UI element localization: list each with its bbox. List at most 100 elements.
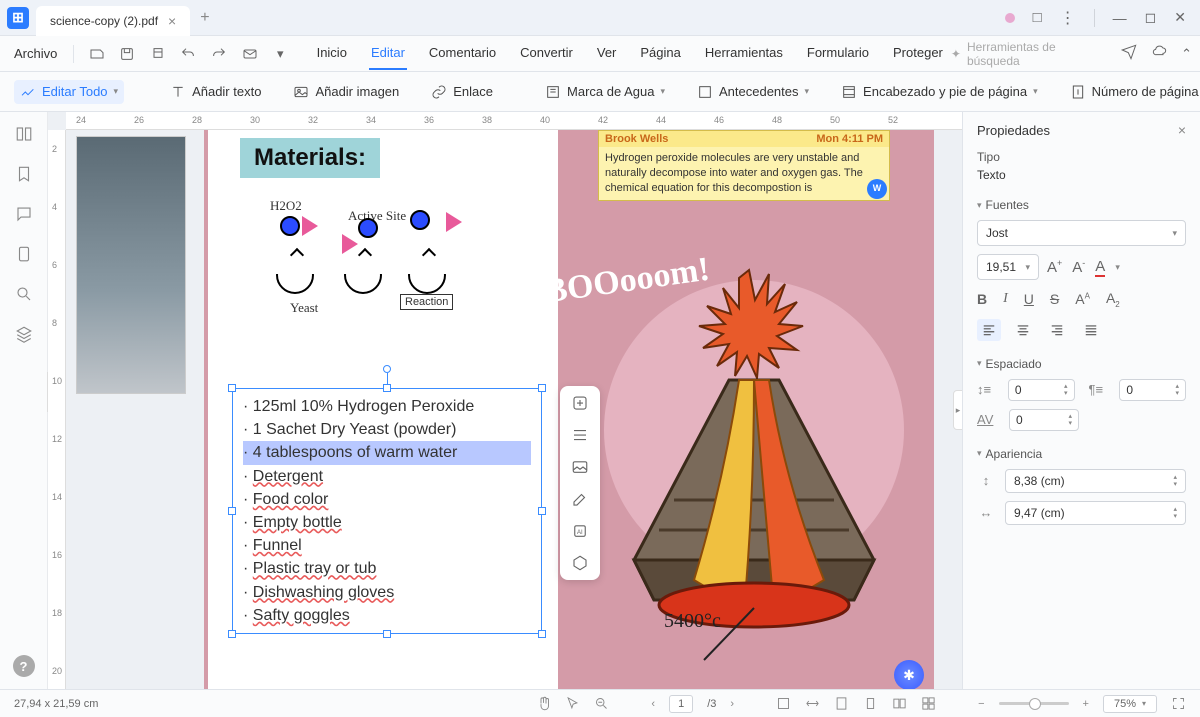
- zoom-tool-icon[interactable]: [594, 696, 609, 711]
- list-item[interactable]: · Funnel: [243, 534, 531, 557]
- superscript-button[interactable]: AA: [1075, 291, 1090, 307]
- collapse-ribbon-icon[interactable]: ⌃: [1181, 46, 1192, 62]
- thumbnail-icon[interactable]: [14, 124, 34, 144]
- watermark-button[interactable]: Marca de Agua▾: [539, 80, 671, 104]
- document-tab[interactable]: science-copy (2).pdf ×: [36, 6, 190, 36]
- tab-protect[interactable]: Proteger: [891, 37, 945, 70]
- tab-edit[interactable]: Editar: [369, 37, 407, 70]
- close-window-icon[interactable]: ✕: [1174, 9, 1186, 26]
- list-item[interactable]: · 1 Sachet Dry Yeast (powder): [243, 418, 531, 441]
- appearance-section-header[interactable]: Apariencia: [977, 447, 1186, 461]
- single-page-icon[interactable]: [863, 696, 878, 711]
- zoom-select[interactable]: 75%▾: [1103, 695, 1157, 713]
- redo-icon[interactable]: [207, 41, 232, 67]
- continuous-icon[interactable]: [921, 696, 936, 711]
- undo-icon[interactable]: [176, 41, 201, 67]
- char-spacing-input[interactable]: 0▴▾: [1009, 409, 1079, 431]
- user-avatar-icon[interactable]: [1005, 13, 1015, 23]
- layers-icon[interactable]: [14, 324, 34, 344]
- notification-icon[interactable]: □: [1033, 9, 1042, 26]
- tab-convert[interactable]: Convertir: [518, 37, 575, 70]
- spacing-after-input[interactable]: 0▴▾: [1119, 379, 1186, 401]
- resize-handle[interactable]: [228, 384, 236, 392]
- dropdown-icon[interactable]: ▾: [268, 41, 293, 67]
- minimize-icon[interactable]: —: [1113, 10, 1127, 26]
- fullscreen-icon[interactable]: [1171, 696, 1186, 711]
- list-item[interactable]: · Detergent: [243, 465, 531, 488]
- spacing-section-header[interactable]: Espaciado: [977, 357, 1186, 371]
- prev-page-icon[interactable]: ‹: [651, 698, 655, 710]
- fit-width-icon[interactable]: [805, 696, 820, 711]
- align-right-button[interactable]: [1045, 319, 1069, 341]
- width-input[interactable]: 8,38 (cm)▴▾: [1005, 469, 1186, 493]
- resize-handle[interactable]: [538, 507, 546, 515]
- select-tool-icon[interactable]: [565, 696, 580, 711]
- close-panel-icon[interactable]: ×: [1178, 122, 1186, 138]
- attachment-icon[interactable]: [14, 244, 34, 264]
- background-button[interactable]: Antecedentes▾: [691, 80, 815, 104]
- underline-button[interactable]: U: [1024, 291, 1034, 307]
- page-number-button[interactable]: Número de página›: [1064, 80, 1200, 104]
- tab-page[interactable]: Página: [638, 37, 682, 70]
- fonts-section-header[interactable]: Fuentes: [977, 198, 1186, 212]
- align-justify-button[interactable]: [1079, 319, 1103, 341]
- hand-tool-icon[interactable]: [536, 696, 551, 711]
- font-family-select[interactable]: Jost▾: [977, 220, 1186, 246]
- list-item[interactable]: · Food color: [243, 488, 531, 511]
- resize-handle[interactable]: [228, 507, 236, 515]
- open-icon[interactable]: [84, 41, 109, 67]
- increase-font-icon[interactable]: A+: [1047, 258, 1062, 276]
- next-page-icon[interactable]: ›: [730, 698, 734, 710]
- resize-handle[interactable]: [383, 630, 391, 638]
- list-item[interactable]: · Dishwashing gloves: [243, 581, 531, 604]
- tab-tools[interactable]: Herramientas: [703, 37, 785, 70]
- mail-icon[interactable]: [237, 41, 262, 67]
- zoom-slider[interactable]: [999, 702, 1069, 705]
- italic-button[interactable]: I: [1003, 291, 1008, 307]
- header-footer-button[interactable]: Encabezado y pie de página▾: [835, 80, 1044, 104]
- print-icon[interactable]: [146, 41, 171, 67]
- resize-handle[interactable]: [383, 384, 391, 392]
- read-mode-icon[interactable]: [776, 696, 791, 711]
- menu-more-icon[interactable]: ⋮: [1060, 8, 1076, 28]
- add-text-button[interactable]: Añadir texto: [164, 80, 267, 104]
- bookmark-icon[interactable]: [14, 164, 34, 184]
- close-tab-icon[interactable]: ×: [168, 13, 176, 29]
- height-input[interactable]: 9,47 (cm)▴▾: [1005, 501, 1186, 525]
- zoom-out-icon[interactable]: −: [978, 698, 984, 710]
- align-center-button[interactable]: [1011, 319, 1035, 341]
- search-tools[interactable]: ✦ Herramientas de búsqueda: [951, 40, 1103, 68]
- cloud-icon[interactable]: [1151, 44, 1167, 63]
- ai-assistant-badge[interactable]: ✱: [894, 660, 924, 689]
- word-doc-icon[interactable]: W: [867, 179, 887, 199]
- resize-handle[interactable]: [228, 630, 236, 638]
- collapse-right-panel[interactable]: ▸: [953, 390, 962, 430]
- font-color-icon[interactable]: A: [1095, 258, 1105, 277]
- page-input[interactable]: 1: [669, 695, 693, 713]
- decrease-font-icon[interactable]: A-: [1072, 258, 1085, 276]
- list-item-selected[interactable]: · 4 tablespoons of warm water: [243, 441, 531, 464]
- two-page-icon[interactable]: [892, 696, 907, 711]
- comment-note[interactable]: Brook Wells Mon 4:11 PM Hydrogen peroxid…: [598, 130, 890, 201]
- list-item[interactable]: · Plastic tray or tub: [243, 557, 531, 580]
- text-selection-block[interactable]: · 125ml 10% Hydrogen Peroxide · 1 Sachet…: [232, 388, 542, 634]
- maximize-icon[interactable]: ◻: [1145, 9, 1157, 26]
- save-icon[interactable]: [115, 41, 140, 67]
- list-item[interactable]: · Empty bottle: [243, 511, 531, 534]
- resize-handle[interactable]: [538, 630, 546, 638]
- comment-icon[interactable]: [14, 204, 34, 224]
- font-size-input[interactable]: 19,51▾: [977, 254, 1039, 280]
- bold-button[interactable]: B: [977, 291, 987, 307]
- new-tab-button[interactable]: +: [200, 9, 209, 27]
- send-icon[interactable]: [1121, 44, 1137, 63]
- link-button[interactable]: Enlace: [425, 80, 499, 104]
- spacing-before-input[interactable]: 0▴▾: [1008, 379, 1075, 401]
- page-canvas[interactable]: Materials: H2O2 Active Site Yeast Reacti…: [204, 130, 934, 689]
- menu-file[interactable]: Archivo: [8, 42, 63, 65]
- tab-comment[interactable]: Comentario: [427, 37, 498, 70]
- fit-page-icon[interactable]: [834, 696, 849, 711]
- strikethrough-button[interactable]: S: [1050, 291, 1059, 307]
- subscript-button[interactable]: A2: [1106, 290, 1120, 309]
- search-icon[interactable]: [14, 284, 34, 304]
- add-image-button[interactable]: Añadir imagen: [287, 80, 405, 104]
